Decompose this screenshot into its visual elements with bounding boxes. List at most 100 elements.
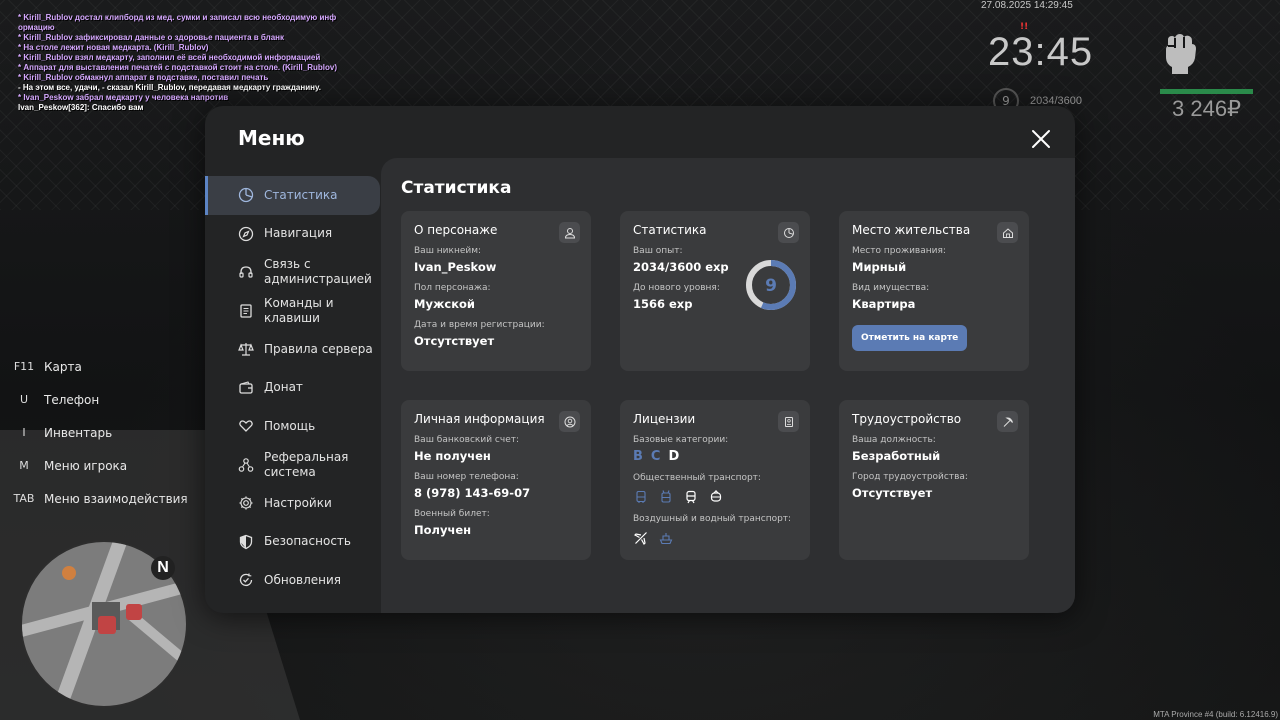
sidebar-item-referral[interactable]: Реферальная система: [205, 446, 380, 485]
sidebar-item-label: Навигация: [264, 226, 333, 241]
chat-line: * Ivan_Peskow забрал медкарту у человека…: [18, 93, 229, 102]
headset-icon: [237, 263, 255, 281]
sidebar-item-donate[interactable]: Донат: [205, 369, 380, 408]
minimap-marker: [98, 616, 116, 634]
hotkey-label: Телефон: [44, 392, 100, 407]
health-bar: [1160, 89, 1253, 94]
hotkey-key: F11: [13, 360, 35, 373]
chat-line: * Kirill_Rublov взял медкарту, заполнил …: [18, 53, 321, 62]
user-circle-icon: [559, 411, 580, 432]
boat-icon: [658, 530, 674, 546]
chat-line: * Kirill_Rublov достал клипборд из мед. …: [18, 13, 337, 32]
hotkey-player-menu: M Меню игрока: [12, 449, 188, 482]
chat-line: * Kirill_Rublov зафиксировал данные о зд…: [18, 33, 285, 42]
position-value: Безработный: [852, 449, 941, 463]
sidebar-item-label: Настройки: [264, 495, 332, 510]
license-category-d: D: [668, 449, 680, 464]
build-info: MTA Province #4 (build: 6.12416.9): [1153, 710, 1278, 719]
id-card-icon: [778, 411, 799, 432]
exp-label: Ваш опыт:: [633, 246, 683, 256]
airplane-icon: [633, 530, 649, 546]
close-icon: [1032, 130, 1050, 148]
license-categories: B C D: [633, 449, 797, 464]
chat-line: * Kirill_Rublov обмакнул аппарат в подст…: [18, 73, 269, 82]
phone-label: Ваш номер телефона:: [414, 472, 519, 482]
sidebar-item-navigation[interactable]: Навигация: [205, 215, 380, 254]
chat-line: - На этом все, удачи, - сказал Kirill_Ru…: [18, 83, 321, 92]
card-statistics: Статистика Ваш опыт: 2034/3600 exp До но…: [620, 211, 810, 371]
card-employment: Трудоустройство Ваша должность: Безработ…: [839, 400, 1029, 560]
hotkey-key: M: [19, 459, 29, 472]
card-personal-info: Личная информация Ваш банковский счет: Н…: [401, 400, 591, 560]
hotkey-list: F11 Карта U Телефон I Инвентарь M Меню игрок…: [12, 350, 188, 515]
card-residence: Место жительства Место проживания: Мирны…: [839, 211, 1029, 371]
military-value: Получен: [414, 523, 472, 537]
sidebar-item-security[interactable]: Безопасность: [205, 523, 380, 562]
public-transport-icons: [633, 489, 797, 505]
air-water-icons: [633, 530, 797, 546]
heart-hands-icon: [237, 417, 255, 435]
sidebar-item-label: Команды и клавиши: [264, 295, 334, 325]
gender-label: Пол персонажа:: [414, 283, 491, 293]
pickaxe-icon: [997, 411, 1018, 432]
pie-chart-icon: [778, 222, 799, 243]
scales-icon: [237, 340, 255, 358]
pie-chart-icon: [237, 186, 255, 204]
public-transport-label: Общественный транспорт:: [633, 473, 761, 483]
card-title: Место жительства: [852, 223, 971, 237]
place-value: Мирный: [852, 260, 907, 274]
hotkey-map: F11 Карта: [12, 350, 188, 383]
content-panel: Статистика О персонаже Ваш никнейм: Ivan…: [381, 158, 1075, 613]
hotkey-phone: U Телефон: [12, 383, 188, 416]
level-progress-ring: 9: [746, 260, 796, 310]
sidebar-item-updates[interactable]: Обновления: [205, 561, 380, 600]
sidebar-item-statistics[interactable]: Статистика: [205, 176, 380, 215]
hotkey-inventory: I Инвентарь: [12, 416, 188, 449]
sidebar-item-settings[interactable]: Настройки: [205, 484, 380, 523]
sidebar-item-rules[interactable]: Правила сервера: [205, 330, 380, 369]
sidebar-item-admin-contact[interactable]: Связь с администрацией: [205, 253, 380, 292]
mark-on-map-button[interactable]: Отметить на карте: [852, 325, 968, 351]
hotkey-label: Меню игрока: [44, 458, 128, 473]
train-icon: [683, 489, 699, 505]
page-title: Статистика: [401, 178, 512, 198]
hotkey-label: Карта: [44, 359, 82, 374]
sidebar-item-label: Связь с администрацией: [264, 257, 372, 287]
menu-window: Меню Статистика Навигация Связь с админи…: [205, 106, 1075, 613]
hud-date: 27.08.2025 14:29:45: [981, 0, 1073, 11]
refresh-check-icon: [237, 571, 255, 589]
job-city-label: Город трудоустройства:: [852, 472, 968, 482]
sidebar-item-label: Помощь: [264, 418, 316, 433]
hotkey-label: Инвентарь: [44, 425, 113, 440]
hotkey-label: Меню взаимодействия: [44, 491, 188, 506]
nickname-value: Ivan_Peskow: [414, 260, 497, 274]
job-city-value: Отсутствует: [852, 486, 933, 500]
hotkey-key: I: [22, 426, 26, 439]
sidebar-item-label: Правила сервера: [264, 341, 373, 356]
air-water-label: Воздушный и водный транспорт:: [633, 514, 792, 524]
gear-icon: [237, 494, 255, 512]
property-value: Квартира: [852, 297, 916, 311]
sidebar-item-label: Реферальная система: [264, 449, 349, 479]
base-categories-label: Базовые категории:: [633, 435, 729, 445]
sidebar-item-help[interactable]: Помощь: [205, 407, 380, 446]
nickname-label: Ваш никнейм:: [414, 246, 482, 256]
compass-icon: [237, 225, 255, 243]
close-button[interactable]: [1028, 126, 1054, 152]
document-icon: [237, 302, 255, 320]
position-label: Ваша должность:: [852, 435, 936, 445]
chat-log: * Kirill_Rublov достал клипборд из мед. …: [18, 13, 348, 113]
military-label: Военный билет:: [414, 509, 490, 519]
sidebar-item-label: Безопасность: [264, 534, 351, 549]
sidebar-item-label: Обновления: [264, 572, 342, 587]
shield-icon: [237, 533, 255, 551]
chat-line: * Аппарат для выставления печатей с подс…: [18, 63, 337, 72]
sidebar-item-commands[interactable]: Команды и клавиши: [205, 292, 380, 331]
menu-title: Меню: [238, 126, 305, 150]
level-number: 9: [765, 276, 777, 296]
wallet-icon: [237, 379, 255, 397]
property-label: Вид имущества:: [852, 283, 930, 293]
sidebar: Статистика Навигация Связь с администрац…: [205, 176, 380, 600]
card-title: Лицензии: [633, 412, 696, 426]
minimap-marker: [62, 566, 76, 580]
